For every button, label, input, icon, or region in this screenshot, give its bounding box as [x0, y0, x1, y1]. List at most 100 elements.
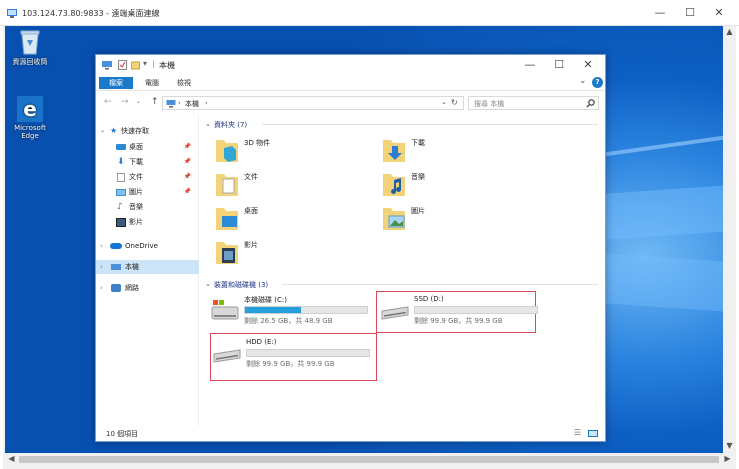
tab-computer[interactable]: 電腦 [138, 77, 166, 89]
sidebar-item-this-pc[interactable]: › 本機 [96, 260, 199, 274]
rdp-horizontal-scrollbar[interactable]: ◀ ▶ [3, 453, 736, 466]
videos-icon [116, 218, 126, 227]
address-dropdown-icon[interactable]: ⌄ [441, 98, 447, 106]
sidebar-item-label: 圖片 [129, 188, 143, 196]
desktop-icon-edge[interactable]: e Microsoft Edge [7, 96, 53, 140]
star-icon: ★ [110, 126, 118, 135]
ribbon-expand-icon[interactable]: ⌄ [579, 76, 587, 86]
rdp-vertical-scrollbar[interactable]: ▲ ▼ [723, 26, 736, 453]
drives-group-header[interactable]: 裝置和磁碟機 (3) [214, 280, 268, 290]
refresh-icon[interactable]: ↻ [451, 98, 458, 107]
documents-folder-icon [216, 174, 238, 196]
pin-icon[interactable]: 📌 [184, 140, 191, 154]
chevron-down-icon[interactable]: ⌄ [205, 120, 211, 128]
forward-icon[interactable]: → [121, 97, 129, 107]
qat-dropdown-icon[interactable]: ▾ [143, 59, 147, 68]
sidebar-item-label: 本機 [125, 263, 139, 271]
pictures-icon [116, 189, 126, 196]
sidebar-item-documents[interactable]: 文件 📌 [96, 170, 199, 184]
scroll-down-icon[interactable]: ▼ [723, 440, 736, 452]
drive-item-d[interactable]: SSD (D:) 剩餘 99.9 GB，共 99.9 GB [380, 295, 540, 331]
tab-file[interactable]: 檔案 [99, 77, 133, 89]
scroll-thumb[interactable] [19, 456, 719, 463]
drive-free-space: 剩餘 99.9 GB，共 99.9 GB [414, 317, 503, 325]
search-box[interactable]: 搜尋 本機 [468, 96, 599, 110]
chevron-down-icon[interactable]: ⌄ [205, 280, 211, 288]
pin-icon[interactable]: 📌 [184, 170, 191, 184]
folder-name: 下載 [411, 139, 425, 147]
back-icon[interactable]: ← [104, 97, 112, 107]
folder-item[interactable]: 桌面 [214, 202, 364, 234]
explorer-window-title: 本機 [159, 61, 175, 70]
folder-item[interactable]: 音樂 [381, 168, 531, 200]
download-icon: ⬇ [117, 157, 125, 167]
folder-name: 桌面 [244, 207, 258, 215]
pin-icon[interactable]: 📌 [184, 155, 191, 169]
scroll-right-icon[interactable]: ▶ [721, 453, 734, 465]
status-bar: 10 個項目 ☰ [96, 426, 605, 441]
address-chevron[interactable]: › [178, 99, 181, 107]
address-chevron[interactable]: › [205, 99, 208, 107]
address-bar[interactable]: › 本機 › ⌄ ↻ [162, 96, 464, 110]
address-location[interactable]: 本機 [185, 99, 199, 109]
scroll-up-icon[interactable]: ▲ [723, 26, 736, 38]
chevron-right-icon[interactable]: › [100, 239, 103, 253]
cloud-icon [110, 243, 122, 249]
rdp-maximize-button[interactable]: ☐ [676, 5, 704, 21]
explorer-maximize-button[interactable]: ☐ [545, 57, 573, 73]
sidebar-item-label: 文件 [129, 173, 143, 181]
pin-icon[interactable]: 📌 [184, 185, 191, 199]
sidebar-item-videos[interactable]: 影片 [96, 215, 199, 229]
up-icon[interactable]: ↑ [151, 97, 159, 107]
search-placeholder: 搜尋 本機 [474, 100, 505, 108]
help-icon[interactable]: ? [592, 77, 603, 88]
explorer-minimize-button[interactable]: — [516, 57, 544, 73]
desktop-icon-recycle-bin[interactable]: 資源回收筒 [7, 28, 53, 66]
drive-name: 本機磁碟 (C:) [244, 296, 287, 304]
folder-item[interactable]: 文件 [214, 168, 364, 200]
scroll-left-icon[interactable]: ◀ [5, 453, 18, 465]
explorer-titlebar: ▾ | 本機 — ☐ ✕ [96, 55, 605, 75]
edge-icon: e [17, 96, 43, 122]
drive-usage-bar [244, 306, 368, 314]
folder-item[interactable]: 下載 [381, 134, 531, 166]
folder-item[interactable]: 3D 物件 [214, 134, 364, 166]
sidebar-item-label: 網路 [125, 284, 139, 292]
new-folder-icon[interactable] [131, 60, 140, 70]
sidebar-item-music[interactable]: ♪ 音樂 [96, 200, 199, 214]
sidebar-item-onedrive[interactable]: › OneDrive [96, 239, 199, 253]
explorer-close-button[interactable]: ✕ [574, 57, 602, 73]
sidebar-item-network[interactable]: › 網路 [96, 281, 199, 295]
folder-item[interactable]: 影片 [214, 236, 364, 268]
properties-icon[interactable] [118, 60, 127, 70]
tiles-view-icon[interactable] [588, 430, 598, 437]
chevron-right-icon[interactable]: › [100, 260, 103, 274]
sidebar-item-pictures[interactable]: 圖片 📌 [96, 185, 199, 199]
drive-item-e[interactable]: HDD (E:) 剩餘 99.9 GB，共 99.9 GB [212, 338, 372, 374]
title-separator: | [152, 59, 155, 68]
rdp-minimize-button[interactable]: — [646, 5, 674, 21]
recent-locations-icon[interactable]: ⌄ [136, 98, 141, 105]
sidebar-item-quick-access[interactable]: ⌄ ★ 快速存取 [96, 124, 199, 138]
drive-item-c[interactable]: 本機磁碟 (C:) 剩餘 26.5 GB，共 48.9 GB [210, 295, 370, 331]
desktop-icon [116, 144, 126, 150]
rdp-close-button[interactable]: ✕ [705, 5, 733, 21]
folder-item[interactable]: 圖片 [381, 202, 531, 234]
folders-group-header[interactable]: 資料夾 (7) [214, 120, 247, 130]
drive-usage-bar [246, 349, 370, 357]
search-icon[interactable] [586, 99, 595, 108]
drive-name: HDD (E:) [246, 338, 277, 346]
sidebar-item-downloads[interactable]: ⬇ 下載 📌 [96, 155, 199, 169]
sidebar-item-desktop[interactable]: 桌面 📌 [96, 140, 199, 154]
folder-name: 圖片 [411, 207, 425, 215]
this-pc-icon [111, 264, 121, 270]
folder-name: 3D 物件 [244, 139, 271, 147]
navigation-pane: ⌄ ★ 快速存取 桌面 📌 ⬇ 下載 📌 文件 📌 圖片 📌 ♪ 音樂 影片 ›… [96, 114, 199, 426]
music-icon: ♪ [117, 202, 123, 212]
videos-folder-icon [216, 242, 238, 264]
chevron-right-icon[interactable]: › [100, 281, 103, 295]
details-view-icon[interactable]: ☰ [574, 428, 581, 437]
drive-usage-fill [245, 307, 302, 313]
chevron-down-icon[interactable]: ⌄ [100, 124, 105, 138]
tab-view[interactable]: 檢視 [170, 77, 198, 89]
